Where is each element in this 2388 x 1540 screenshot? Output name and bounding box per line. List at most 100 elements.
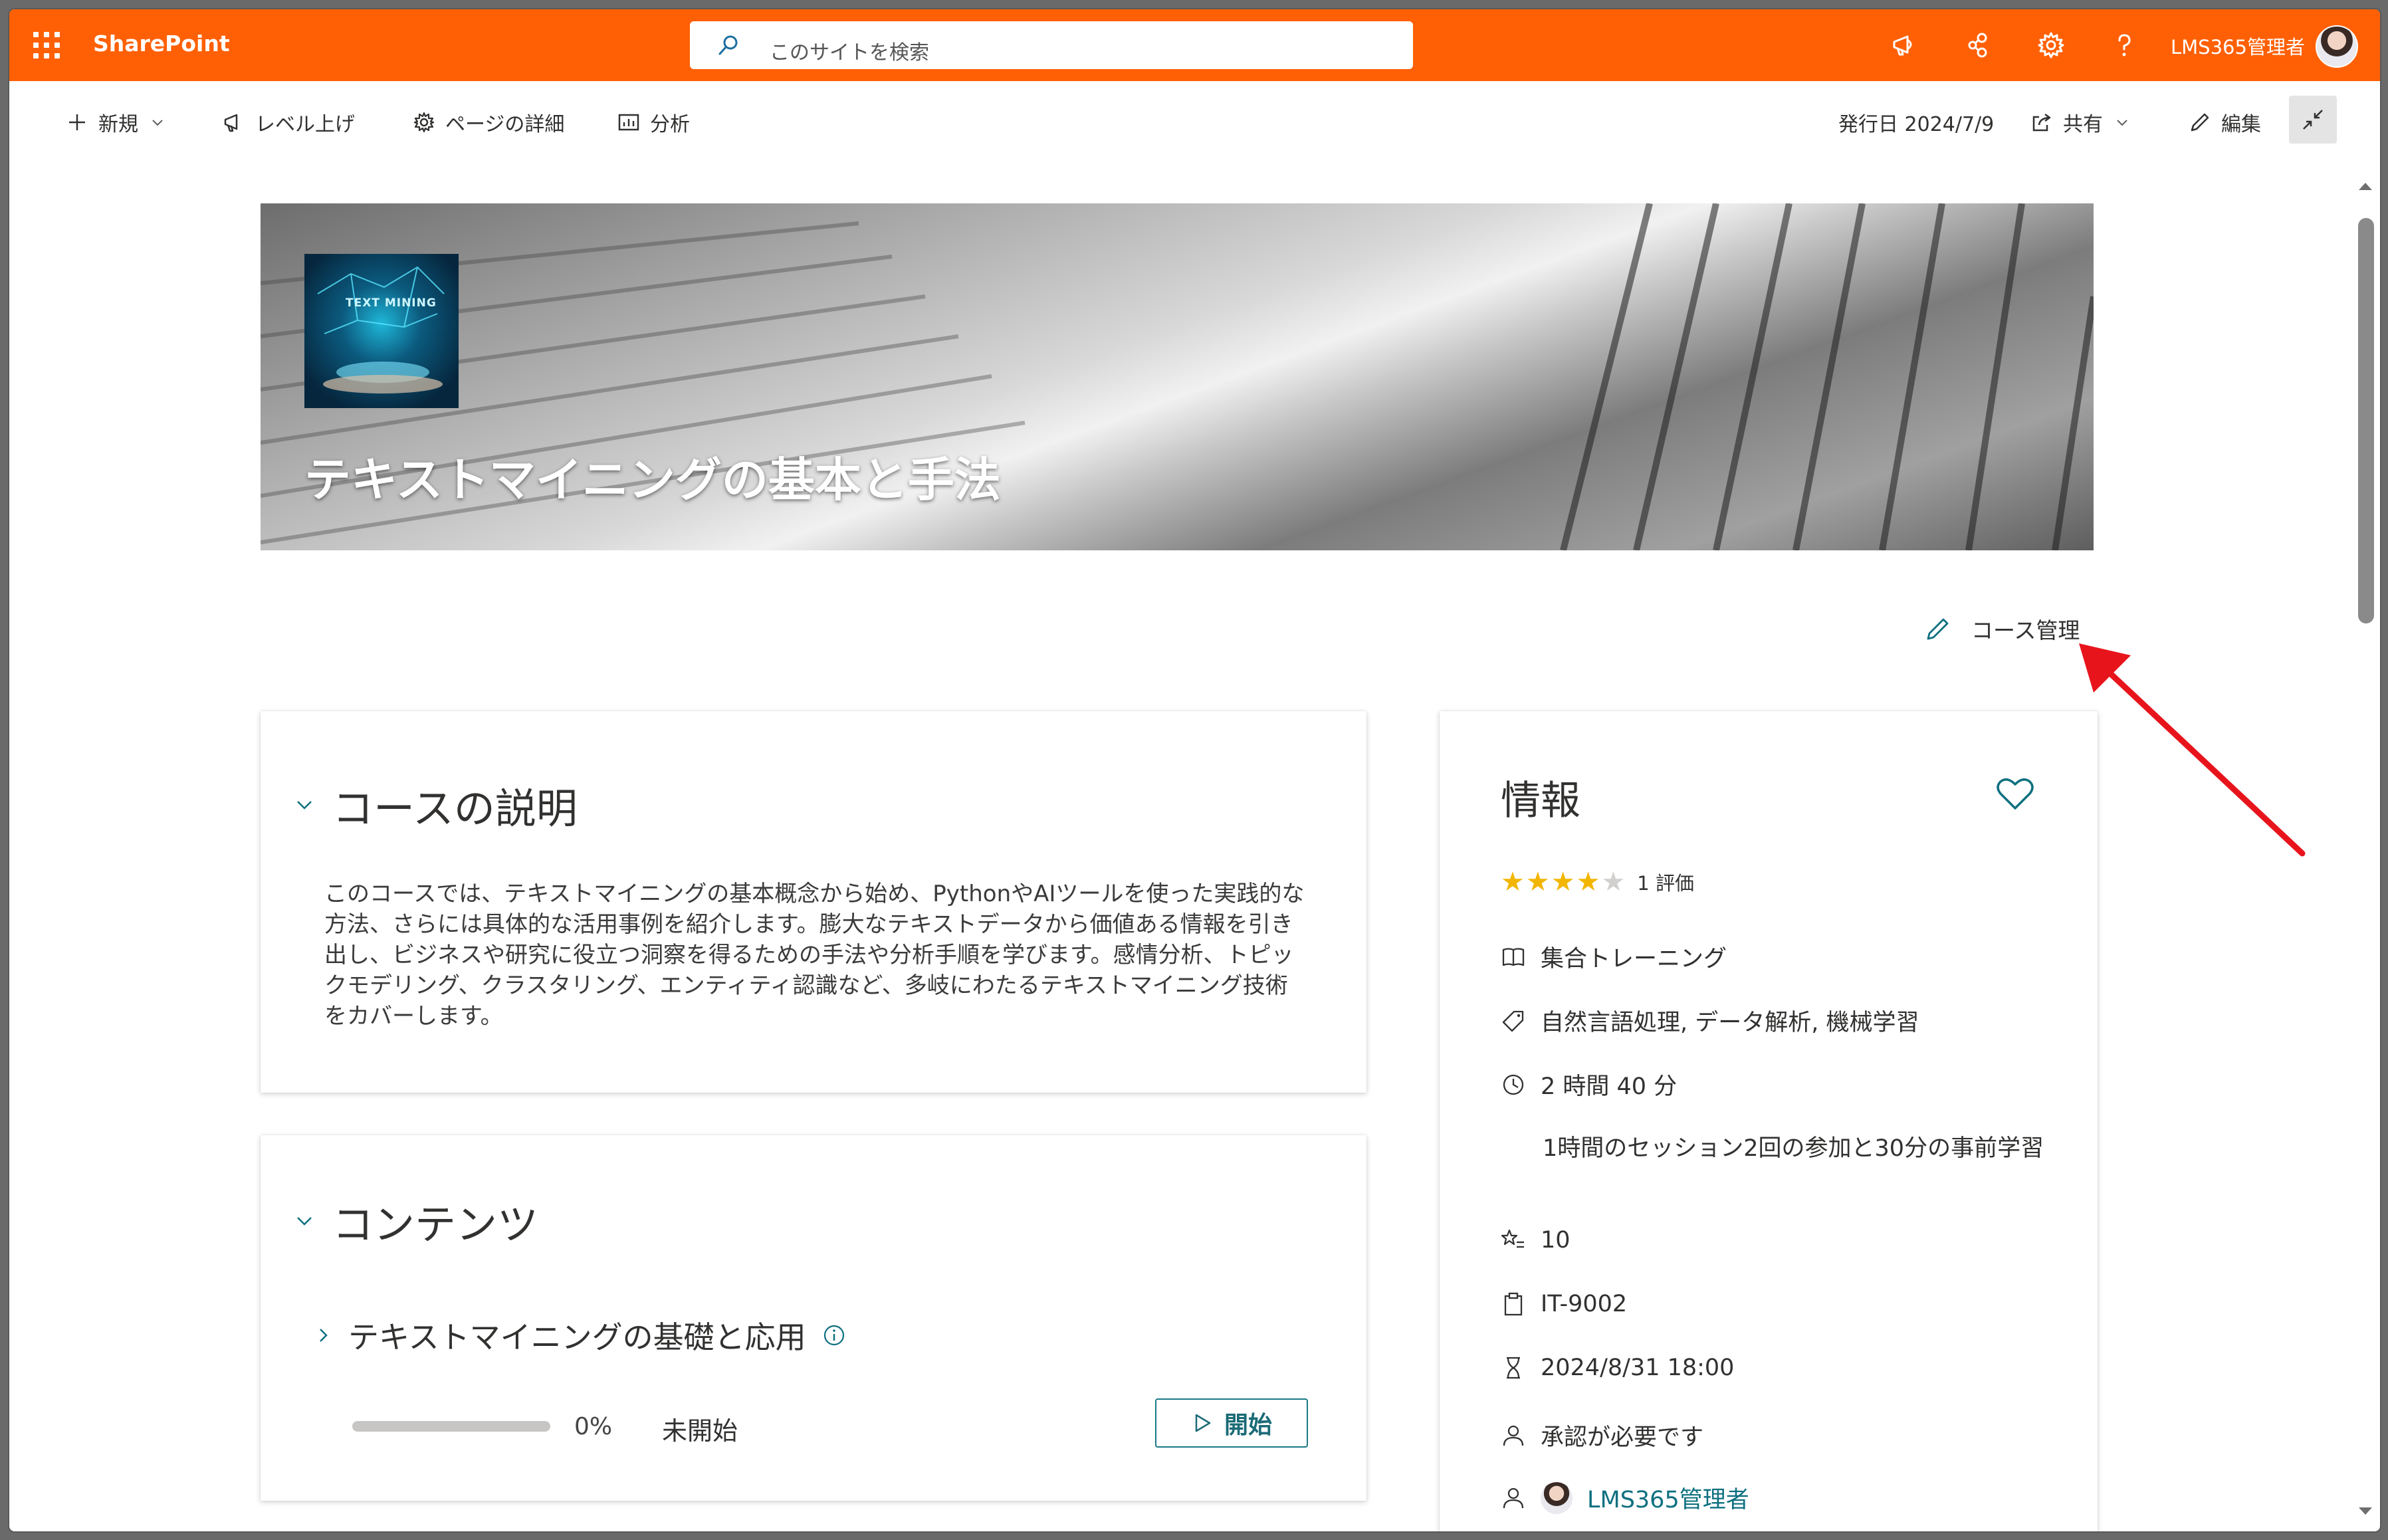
duration: 2 時間 40 分	[1541, 1073, 1678, 1100]
suite-bar: SharePoint このサイトを検索 LMS365管理者	[9, 9, 2380, 81]
approval-row: 承認が必要です	[1501, 1418, 1703, 1452]
clock-icon	[1503, 1074, 1524, 1095]
course-code: IT-9002	[1541, 1291, 1628, 1317]
rating-stars[interactable]: ★ ★ ★ ★ ★ 1 評価	[1501, 868, 1694, 896]
module-item[interactable]: テキストマイニングの基礎と応用	[314, 1313, 846, 1357]
scroll-up-arrow-icon[interactable]	[2355, 177, 2375, 197]
book-icon	[1502, 947, 1525, 966]
module-progress-percent: 0%	[574, 1413, 613, 1440]
command-bar: 新規 レベル上げ ページの詳細 分析 発行日 2024/7/9 共有 編集	[9, 81, 2380, 148]
course-manage-link[interactable]: コース管理	[1923, 613, 2080, 645]
thumbnail-text: TEXT MINING	[346, 296, 437, 310]
duration-note: 1時間のセッション2回の参加と30分の事前学習	[1543, 1135, 2044, 1162]
scroll-down-arrow-icon[interactable]	[2355, 1501, 2375, 1521]
star-icon: ★	[1601, 867, 1626, 897]
info-icon[interactable]	[822, 1323, 846, 1347]
share-icon	[2032, 113, 2051, 132]
rating-count: 1 評価	[1637, 872, 1694, 895]
browser-frame: SharePoint このサイトを検索 LMS365管理者 新規 レベル上げ ペ…	[9, 9, 2380, 1531]
clipboard-icon	[1504, 1292, 1523, 1316]
course-description: このコースでは、テキストマイニングの基本概念から始め、PythonやAIツールを…	[324, 881, 1305, 1030]
user-name[interactable]: LMS365管理者	[2171, 32, 2305, 60]
brand-name[interactable]: SharePoint	[93, 31, 230, 56]
author-avatar[interactable]	[1541, 1482, 1573, 1514]
course-thumbnail: TEXT MINING	[304, 254, 459, 408]
network-graphic	[317, 266, 445, 393]
page-details-label: ページの詳細	[445, 113, 565, 136]
megaphone-icon	[224, 114, 238, 132]
chevron-down-icon	[152, 120, 163, 126]
new-menu-button[interactable]: 新規	[65, 108, 165, 137]
published-date: 発行日 2024/7/9	[1838, 108, 1994, 137]
search-icon	[718, 35, 738, 55]
section-title: コースの説明	[332, 784, 578, 833]
user-avatar[interactable]	[2316, 25, 2358, 68]
info-title: 情報	[1501, 778, 1580, 824]
promote-label: レベル上げ	[255, 113, 355, 136]
gear-icon	[413, 112, 435, 133]
chevron-down-icon	[2117, 120, 2127, 126]
megaphone-icon[interactable]	[1890, 31, 1919, 60]
analytics-button[interactable]: 分析	[617, 108, 690, 137]
star-icon: ★	[1525, 867, 1550, 897]
page-title: テキストマイニングの基本と手法	[304, 453, 1001, 507]
edit-label: 編集	[2221, 113, 2261, 136]
module-status: 未開始	[662, 1416, 738, 1446]
points: 10	[1541, 1227, 1571, 1254]
contents-header[interactable]: コンテンツ	[294, 1191, 538, 1251]
deadline-row: 2024/8/31 18:00	[1501, 1355, 1734, 1381]
hero-banner: TEXT MINING テキストマイニングの基本と手法	[261, 203, 2094, 550]
annotation-arrow	[2079, 643, 2306, 857]
collapse-button[interactable]	[2289, 96, 2337, 144]
points-row: 10	[1501, 1227, 1571, 1254]
course-manage-label: コース管理	[1971, 617, 2080, 643]
analytics-icon	[618, 114, 639, 131]
pencil-icon	[1927, 618, 1949, 640]
new-label: 新規	[98, 113, 138, 136]
course-code-row: IT-9002	[1501, 1291, 1627, 1317]
pencil-icon	[2191, 113, 2209, 132]
star-icon: ★	[1501, 867, 1525, 897]
share-button[interactable]: 共有	[2030, 108, 2129, 137]
approval: 承認が必要です	[1541, 1424, 1704, 1451]
heart-icon[interactable]	[1995, 775, 2035, 812]
chevron-right-icon	[320, 1329, 328, 1342]
page-scrollbar[interactable]	[2350, 175, 2377, 1531]
search-placeholder: このサイトを検索	[770, 41, 929, 64]
app-launcher-icon[interactable]	[33, 32, 60, 58]
info-panel: 情報 ★ ★ ★ ★ ★ 1 評価 集合トレーニング 自然言語処理, データ解析…	[1440, 711, 2098, 1531]
gear-icon[interactable]	[2036, 31, 2066, 60]
start-label: 開始	[1224, 1412, 1272, 1439]
page-details-button[interactable]: ページの詳細	[412, 108, 564, 137]
duration-row: 2 時間 40 分	[1501, 1067, 1677, 1101]
chevron-down-icon	[297, 1217, 312, 1226]
description-header[interactable]: コースの説明	[294, 775, 578, 835]
star-icon: ★	[1576, 867, 1600, 897]
module-title: テキストマイニングの基礎と応用	[348, 1319, 806, 1355]
author-name[interactable]: LMS365管理者	[1587, 1481, 1749, 1515]
scroll-thumb[interactable]	[2358, 218, 2374, 623]
search-input[interactable]: このサイトを検索	[690, 21, 1413, 69]
person-icon	[1503, 1425, 1524, 1446]
hourglass-icon	[1507, 1357, 1520, 1379]
tags: 自然言語処理, データ解析, 機械学習	[1541, 1010, 1919, 1036]
analytics-label: 分析	[650, 113, 690, 136]
share-label: 共有	[2063, 113, 2103, 136]
edit-button[interactable]: 編集	[2188, 108, 2261, 137]
published-label: 発行日 2024/7/9	[1838, 113, 1995, 136]
star-list-icon	[1501, 1229, 1524, 1248]
person-icon	[1503, 1487, 1524, 1508]
training-type: 集合トレーニング	[1541, 946, 1727, 972]
tags-row: 自然言語処理, データ解析, 機械学習	[1501, 1004, 1919, 1038]
module-progress-bar	[352, 1421, 550, 1432]
play-icon	[1195, 1414, 1211, 1432]
author-row: LMS365管理者	[1501, 1481, 1749, 1515]
section-title: コンテンツ	[332, 1200, 539, 1249]
deadline: 2024/8/31 18:00	[1541, 1355, 1735, 1381]
help-icon[interactable]	[2110, 31, 2139, 60]
training-type-row: 集合トレーニング	[1501, 940, 1727, 974]
collapse-icon	[2303, 110, 2323, 130]
network-icon[interactable]	[1963, 31, 1993, 60]
promote-button[interactable]: レベル上げ	[222, 108, 355, 137]
start-button[interactable]: 開始	[1155, 1398, 1308, 1448]
